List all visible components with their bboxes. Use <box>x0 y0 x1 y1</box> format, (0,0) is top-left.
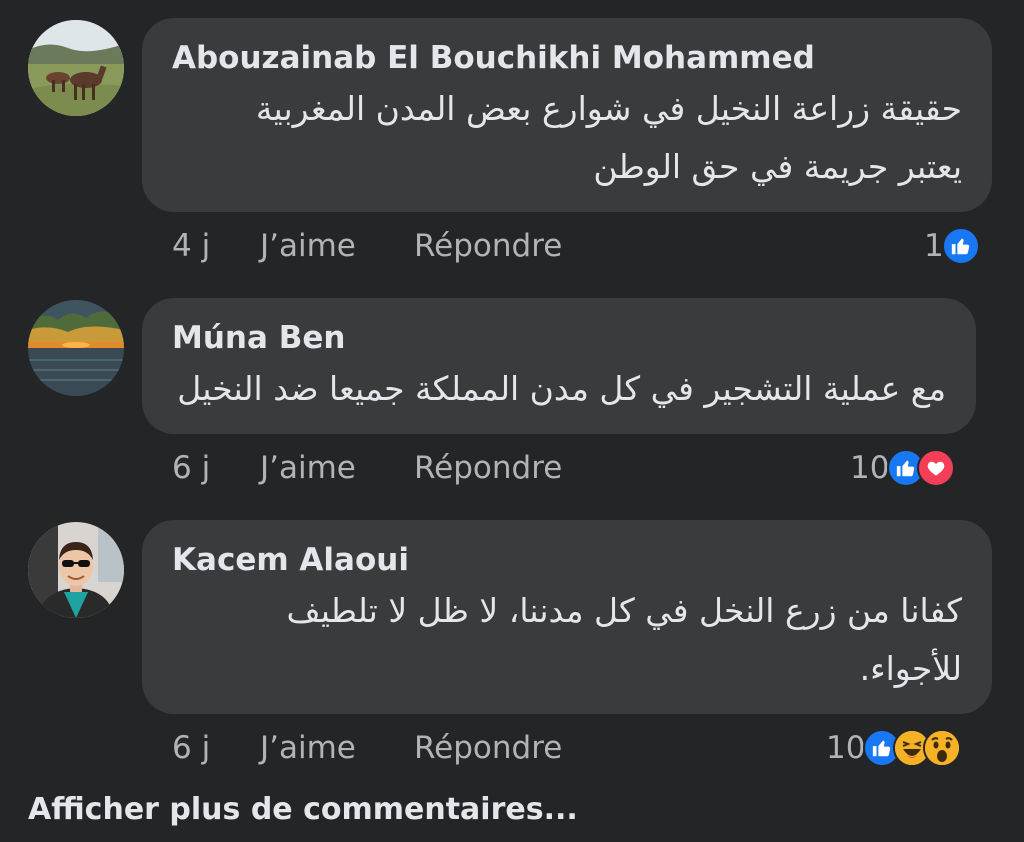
reply-button[interactable]: Répondre <box>414 226 562 266</box>
comment-text-line: كفانا من زرع النخل في كل مدننا، لا ظل لا… <box>286 591 962 630</box>
avatar[interactable] <box>28 20 124 116</box>
avatar-horses-field-image <box>28 20 124 116</box>
reaction-count: 10 <box>850 450 890 486</box>
comment-bubble: Kacem Alaoui كفانا من زرع النخل في كل مد… <box>142 520 992 714</box>
comment-bubble: Múna Ben مع عملية التشجير في كل مدن المم… <box>142 298 976 434</box>
comment-author[interactable]: Múna Ben <box>172 316 946 360</box>
avatar[interactable] <box>28 522 124 618</box>
comment-text: كفانا من زرع النخل في كل مدننا، لا ظل لا… <box>172 582 962 698</box>
reaction-count: 10 <box>826 730 866 766</box>
comment-bubble: Abouzainab El Bouchikhi Mohammed حقيقة ز… <box>142 18 992 212</box>
comment-text-line: للأجواء. <box>859 649 962 688</box>
like-button[interactable]: J’aime <box>260 728 356 768</box>
comment-text-line: حقيقة زراعة النخيل في شوارع بعض المدن ال… <box>255 89 962 128</box>
reactions-summary[interactable]: 1 <box>924 226 980 266</box>
reactions-summary[interactable]: 10 <box>826 728 962 768</box>
like-button[interactable]: J’aime <box>260 226 356 266</box>
comment-text: مع عملية التشجير في كل مدن المملكة جميعا… <box>172 360 946 418</box>
love-icon <box>917 449 956 487</box>
wow-icon <box>923 729 962 767</box>
comment-text-line: يعتبر جريمة في حق الوطن <box>593 147 962 186</box>
avatar[interactable] <box>28 300 124 396</box>
avatar-sunset-sea-image <box>28 300 124 396</box>
reply-button[interactable]: Répondre <box>414 728 562 768</box>
comment-time[interactable]: 6 j <box>172 728 210 768</box>
reply-button[interactable]: Répondre <box>414 448 562 488</box>
comment-text: حقيقة زراعة النخيل في شوارع بعض المدن ال… <box>172 80 962 196</box>
comment-author[interactable]: Abouzainab El Bouchikhi Mohammed <box>172 36 962 80</box>
comment-text-line: مع عملية التشجير في كل مدن المملكة جميعا… <box>177 369 946 408</box>
reactions-summary[interactable]: 10 <box>850 448 956 488</box>
comment-author[interactable]: Kacem Alaoui <box>172 538 962 582</box>
comment-time[interactable]: 6 j <box>172 448 210 488</box>
more-comments-link[interactable]: Afficher plus de commentaires... <box>28 788 578 832</box>
like-button[interactable]: J’aime <box>260 448 356 488</box>
like-icon <box>941 227 980 265</box>
comment-time[interactable]: 4 j <box>172 226 210 266</box>
avatar-man-sunglasses-image <box>28 522 124 618</box>
reaction-count: 1 <box>924 228 944 264</box>
